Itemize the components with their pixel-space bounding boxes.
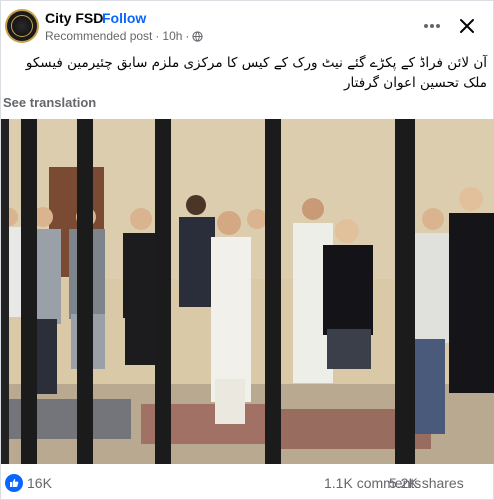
post-time[interactable]: 10h	[162, 29, 182, 43]
follow-button[interactable]: Follow	[102, 10, 146, 26]
globe-icon	[192, 30, 204, 42]
more-options-button[interactable]	[419, 13, 445, 39]
page-avatar[interactable]	[5, 9, 39, 43]
meta-separator-2: ·	[185, 29, 190, 43]
see-translation-link[interactable]: See translation	[3, 95, 96, 110]
more-horizontal-icon	[424, 24, 440, 28]
post-footer: 16K 1.1K comments 5.2K shares	[1, 469, 494, 497]
thumbs-up-icon	[10, 479, 19, 487]
post-card: City FSD · Follow Recommended post · 10h…	[0, 0, 494, 500]
photo-illustration	[1, 119, 494, 464]
close-button[interactable]	[453, 12, 481, 40]
recommended-label: Recommended post	[45, 29, 153, 43]
post-header: City FSD · Follow Recommended post · 10h…	[1, 1, 494, 51]
name-separator: ·	[92, 10, 97, 26]
close-icon	[460, 19, 474, 33]
post-meta: Recommended post · 10h ·	[45, 29, 204, 43]
like-reaction-badge[interactable]	[5, 474, 23, 492]
post-caption: آن لائن فراڈ کے پکڑے گئے نیٹ ورک کے کیس …	[25, 55, 487, 91]
like-count[interactable]: 16K	[27, 475, 52, 491]
avatar-logo	[11, 15, 33, 37]
shares-count[interactable]: 5.2K shares	[389, 475, 464, 491]
meta-separator: ·	[155, 29, 160, 43]
post-photo[interactable]	[1, 119, 494, 464]
